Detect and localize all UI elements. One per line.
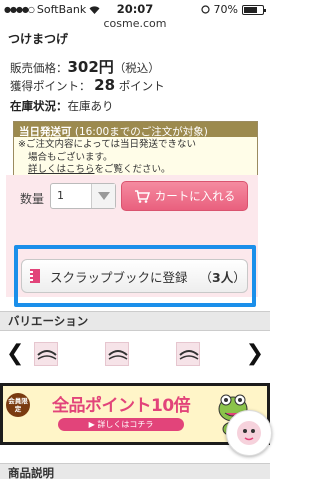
battery-percent: 70%: [213, 3, 238, 16]
shipping-line1: ※ご注文内容によっては当日発送できない: [18, 139, 197, 150]
chevron-left-icon[interactable]: ❮: [6, 342, 24, 366]
stock-row: 在庫状況：在庫あり: [10, 98, 114, 114]
url-bar[interactable]: cosme.com: [0, 17, 270, 30]
banner-title: 全品ポイント10倍: [52, 396, 191, 416]
cart-icon: [134, 189, 150, 203]
shipping-link-suffix: をご覧ください。: [94, 164, 171, 175]
scrapbook-count-suffix: ）: [233, 269, 246, 285]
scrapbook-button[interactable]: スクラップブックに登録 （3人）: [21, 259, 248, 293]
price-tax: （税込）: [113, 61, 160, 75]
quantity-select[interactable]: 1: [50, 183, 116, 209]
shipping-body: ※ご注文内容によっては当日発送できない 場合もございます。 詳しくはこちらをご覧…: [13, 137, 258, 177]
stock-value: 在庫あり: [67, 99, 114, 113]
floating-menu-button[interactable]: [226, 410, 272, 456]
points-label: 獲得ポイント：: [10, 79, 91, 93]
status-right: 70%: [200, 3, 266, 16]
variation-thumbnail[interactable]: [105, 342, 129, 366]
scrapbook-icon: [30, 269, 40, 283]
product-name: つけまつげ: [8, 32, 69, 46]
stock-label: 在庫状況：: [10, 99, 68, 113]
battery-icon: [242, 4, 266, 15]
quantity-label: 数量: [20, 192, 45, 206]
dropdown-arrow-icon: [91, 184, 115, 208]
shipping-details-link[interactable]: 詳しくはこちら: [28, 164, 95, 175]
variation-thumbnail[interactable]: [176, 342, 200, 366]
variation-carousel: ❮ ❯: [0, 340, 270, 372]
eyelash-icon: [37, 350, 57, 360]
add-to-cart-button[interactable]: カートに入れる: [121, 181, 248, 211]
banner-details-button[interactable]: ▶ 詳しくはコチラ: [58, 418, 184, 431]
scrapbook-label: スクラップブックに登録: [50, 269, 188, 285]
quantity-value: 1: [57, 189, 64, 202]
add-to-cart-label: カートに入れる: [154, 189, 236, 203]
price-value: 302円: [67, 58, 114, 76]
price-label: 販売価格：: [10, 61, 68, 75]
price-row: 販売価格：302円（税込）: [10, 56, 160, 77]
variation-thumbnail[interactable]: [34, 342, 58, 366]
variation-section-header: バリエーション: [0, 311, 270, 331]
points-row: 獲得ポイント： 28 ポイント: [10, 76, 165, 94]
mascot-icon: [237, 421, 261, 445]
shipping-line2: 場合もございます。: [28, 151, 113, 163]
chevron-right-icon[interactable]: ❯: [246, 342, 264, 366]
points-value: 28: [94, 76, 116, 94]
scrapbook-count-prefix: （: [199, 269, 213, 285]
status-bar: ●●●●○ SoftBank 20:07 70% cosme.com: [0, 0, 270, 30]
shipping-header: 当日発送可 (16:00までのご注文が対象): [14, 122, 257, 138]
eyelash-icon: [108, 350, 128, 360]
scrapbook-count: （3人）: [200, 267, 246, 286]
description-section-header: 商品説明: [0, 463, 270, 479]
eyelash-icon: [179, 350, 199, 360]
lock-rotation-icon: [200, 5, 210, 14]
scrapbook-count-value: 3人: [212, 269, 234, 285]
member-only-badge: 会員限定: [6, 393, 30, 417]
points-unit: ポイント: [118, 79, 165, 93]
